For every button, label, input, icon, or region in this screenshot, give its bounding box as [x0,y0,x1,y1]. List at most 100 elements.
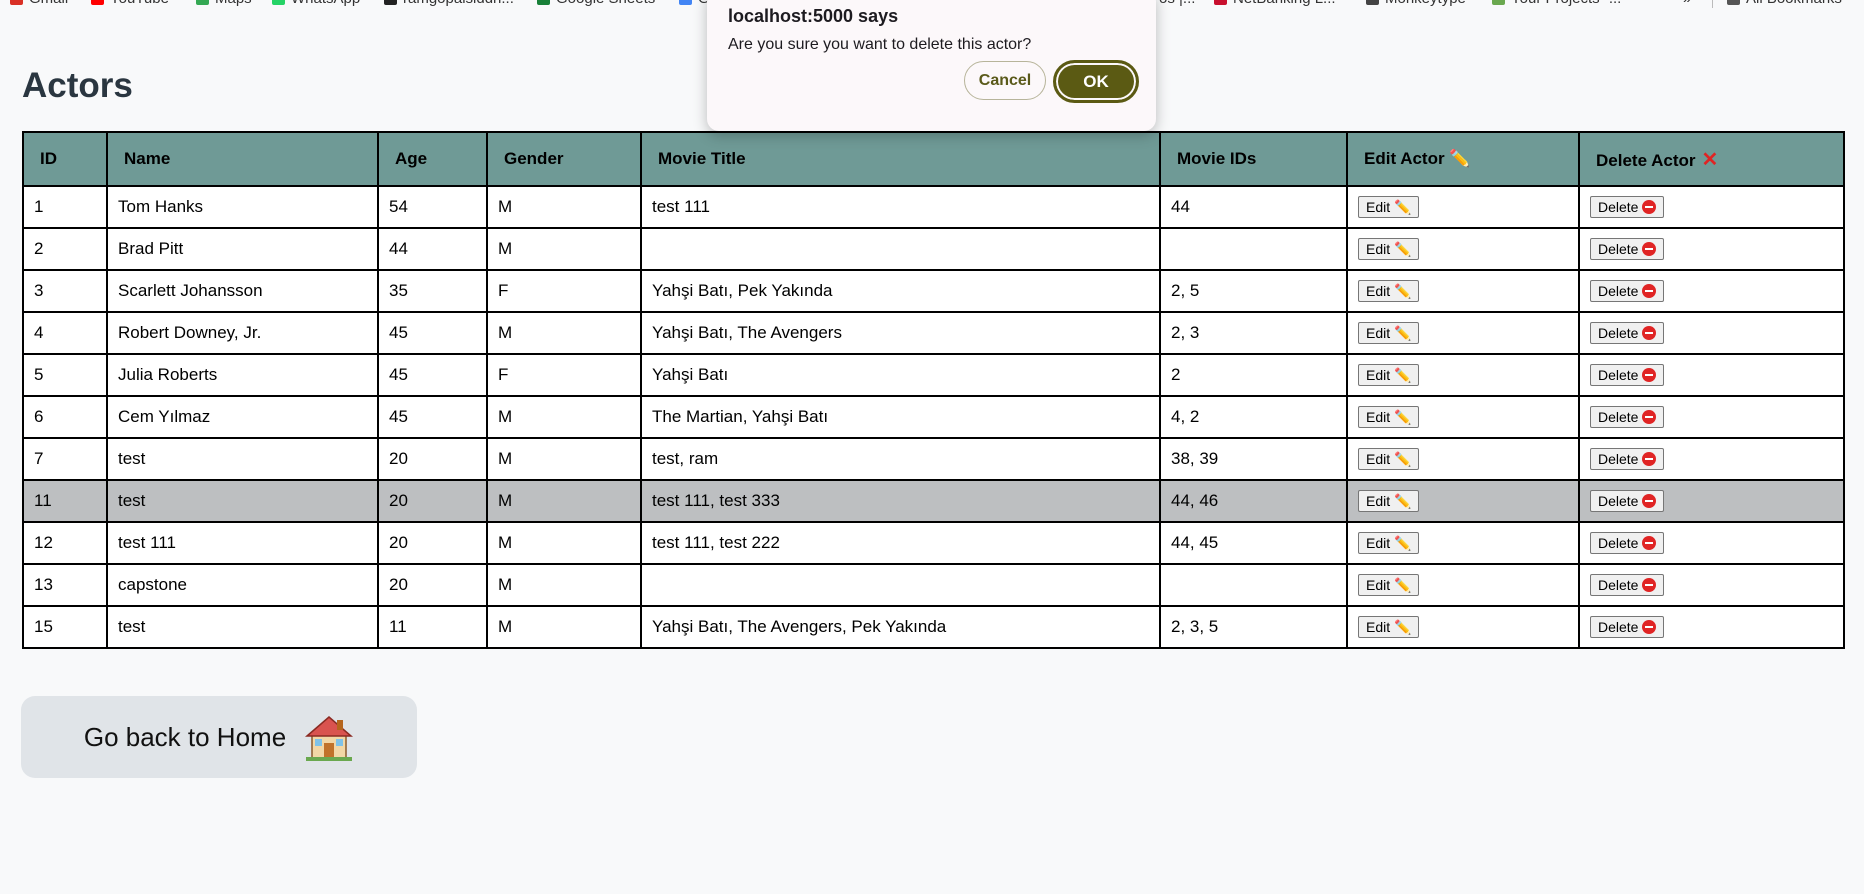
cell-name: Scarlett Johansson [106,269,379,313]
cell-delete: Delete [1578,605,1845,649]
bookmark-icon [196,0,209,5]
cell-age: 20 [377,521,488,565]
cell-id: 12 [22,521,108,565]
bookmark-item[interactable]: Monkeytype [1366,0,1466,7]
no-entry-icon [1642,494,1657,508]
delete-button[interactable]: Delete [1590,490,1665,512]
bookmark-item[interactable]: G [679,0,710,7]
delete-button[interactable]: Delete [1590,322,1665,344]
bookmark-label: Your Projects -... [1511,0,1621,7]
bookmark-label: NetBanking L... [1233,0,1336,7]
no-entry-icon [1642,200,1657,214]
no-entry-icon [1642,242,1657,256]
cell-age: 45 [377,311,488,355]
bookmark-item[interactable]: WhatsApp [272,0,360,7]
cell-delete: Delete [1578,395,1845,439]
dialog-message: Are you sure you want to delete this act… [728,36,1032,53]
cell-movie-title [640,563,1161,607]
bookmark-icon [1492,0,1505,5]
bookmark-icon [537,0,550,5]
cell-movie-ids: 44 [1159,185,1348,229]
delete-button-label: Delete [1598,619,1639,635]
delete-button[interactable]: Delete [1590,238,1665,260]
cell-id: 4 [22,311,108,355]
bookmark-item[interactable]: Google Sheets [537,0,655,7]
cell-gender: M [486,563,642,607]
cell-id: 3 [22,269,108,313]
no-entry-icon [1642,620,1657,634]
edit-button[interactable]: Edit ✏️ [1358,280,1420,302]
bookmark-label: Google Sheets [556,0,655,7]
edit-button[interactable]: Edit ✏️ [1358,406,1420,428]
edit-button[interactable]: Edit ✏️ [1358,490,1420,512]
go-back-home-button[interactable]: Go back to Home [21,696,417,778]
bookmark-item[interactable]: All Bookmarks [1727,0,1842,7]
cell-movie-ids: 2, 3 [1159,311,1348,355]
delete-button[interactable]: Delete [1590,448,1665,470]
delete-button-label: Delete [1598,577,1639,593]
cell-delete: Delete [1578,479,1845,523]
edit-button[interactable]: Edit ✏️ [1358,616,1420,638]
cell-gender: M [486,227,642,271]
ok-button[interactable]: OK [1053,60,1139,103]
delete-button-label: Delete [1598,451,1639,467]
delete-button[interactable]: Delete [1590,364,1665,386]
cell-movie-ids [1159,227,1348,271]
cell-edit: Edit ✏️ [1346,479,1580,523]
delete-button[interactable]: Delete [1590,406,1665,428]
bookmark-item[interactable]: Gmail [10,0,68,7]
edit-button[interactable]: Edit ✏️ [1358,448,1420,470]
bookmark-label: os |... [1159,0,1195,7]
cell-gender: F [486,269,642,313]
cell-edit: Edit ✏️ [1346,185,1580,229]
cell-movie-title: Yahşi Batı, The Avengers [640,311,1161,355]
cell-id: 1 [22,185,108,229]
edit-button[interactable]: Edit ✏️ [1358,322,1420,344]
bookmark-item[interactable]: ramgopalsiddh... [384,0,514,7]
cell-movie-title: test, ram [640,437,1161,481]
edit-button[interactable]: Edit ✏️ [1358,238,1420,260]
no-entry-icon [1642,368,1657,382]
delete-button[interactable]: Delete [1590,616,1665,638]
cell-movie-ids: 2, 5 [1159,269,1348,313]
cell-delete: Delete [1578,311,1845,355]
delete-button[interactable]: Delete [1590,280,1665,302]
header-delete-label: Delete Actor [1596,150,1696,170]
cell-name: test [106,605,379,649]
cell-delete: Delete [1578,353,1845,397]
bookmark-item[interactable]: Maps [196,0,252,7]
edit-button[interactable]: Edit ✏️ [1358,574,1420,596]
bookmark-icon [272,0,285,5]
cell-delete: Delete [1578,563,1845,607]
table-row: 4 Robert Downey, Jr. 45 M Yahşi Batı, The Av… [22,311,1845,355]
cell-id: 11 [22,479,108,523]
bookmark-icon [1366,0,1379,5]
bookmark-icon [1727,0,1740,5]
cell-age: 20 [377,479,488,523]
cell-movie-title: Yahşi Batı [640,353,1161,397]
delete-button[interactable]: Delete [1590,196,1665,218]
delete-button-label: Delete [1598,283,1639,299]
cell-movie-ids: 4, 2 [1159,395,1348,439]
cell-movie-title: Yahşi Batı, The Avengers, Pek Yakında [640,605,1161,649]
header-delete-actor: Delete Actor ✕ [1578,131,1845,187]
bookmark-label: Gmail [29,0,68,7]
cell-name: test 111 [106,521,379,565]
delete-button[interactable]: Delete [1590,532,1665,554]
bookmark-item[interactable]: Your Projects -... [1492,0,1621,7]
bookmark-item[interactable]: YouTube [91,0,169,7]
edit-button[interactable]: Edit ✏️ [1358,364,1420,386]
bookmark-item[interactable]: » [1683,0,1691,7]
cancel-button[interactable]: Cancel [964,61,1046,100]
header-movie-ids: Movie IDs [1159,131,1348,187]
cross-mark-icon: ✕ [1701,148,1719,171]
edit-button[interactable]: Edit ✏️ [1358,532,1420,554]
cell-age: 44 [377,227,488,271]
cell-name: Julia Roberts [106,353,379,397]
no-entry-icon [1642,536,1657,550]
cell-gender: M [486,395,642,439]
cell-movie-title: Yahşi Batı, Pek Yakında [640,269,1161,313]
bookmark-item[interactable]: NetBanking L... [1214,0,1336,7]
edit-button[interactable]: Edit ✏️ [1358,196,1420,218]
delete-button[interactable]: Delete [1590,574,1665,596]
